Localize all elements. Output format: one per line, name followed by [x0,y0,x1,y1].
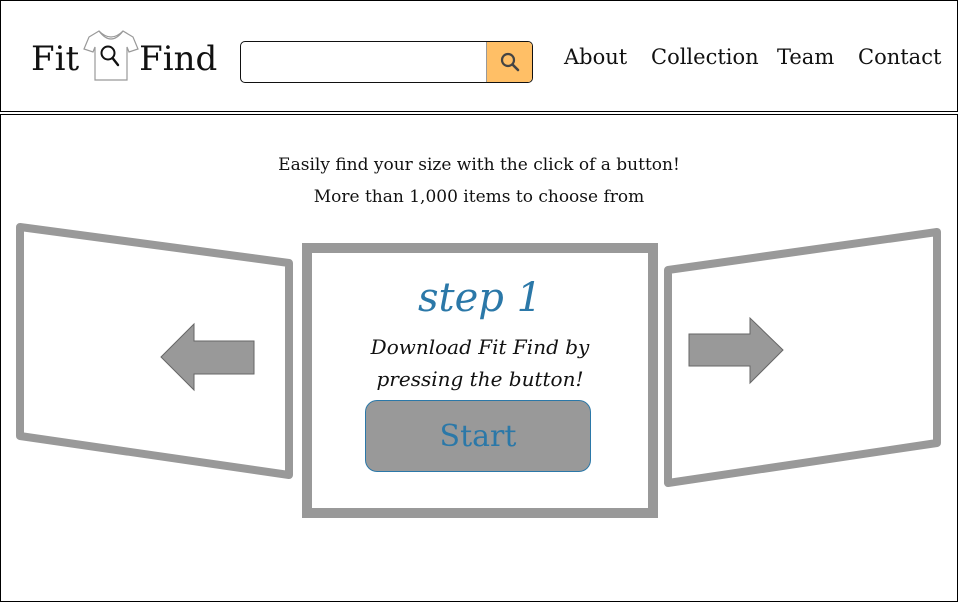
step-title: step 1 [417,275,543,321]
start-button[interactable]: Start [365,400,591,472]
step-description: Download Fit Find by pressing the button… [370,335,590,391]
carousel-card-center: step 1 Download Fit Find by pressing the… [302,243,658,518]
